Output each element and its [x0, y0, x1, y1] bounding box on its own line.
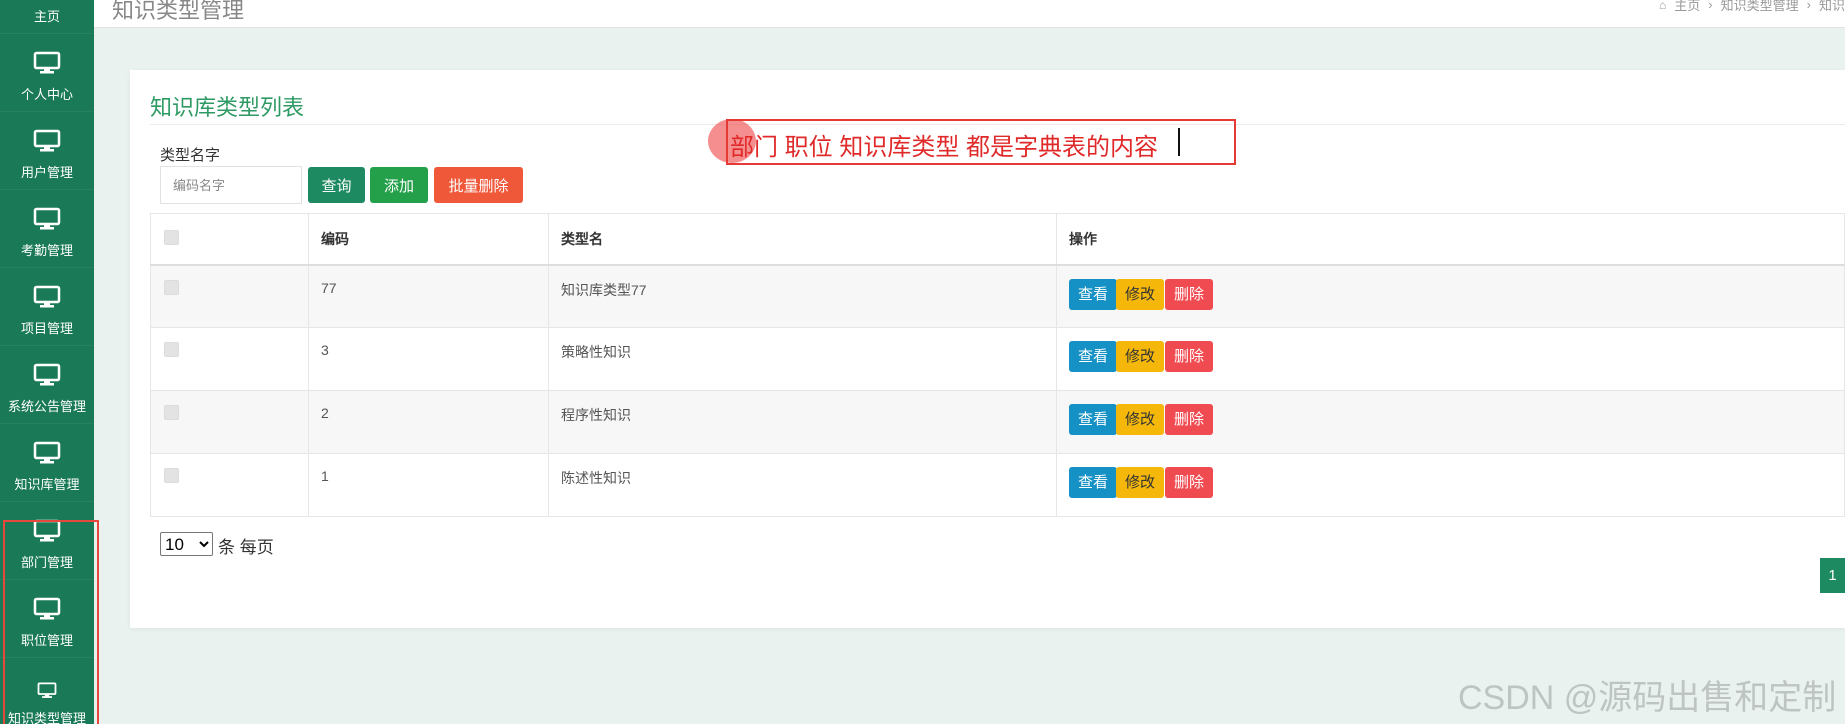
sidebar-item-label: 知识类型管理 — [7, 711, 86, 724]
data-table: 编码 类型名 操作 77 知识库类型77 查看 修改 删除 3 策略性知识 查看 修改… — [150, 213, 1845, 517]
row-checkbox[interactable] — [164, 405, 179, 420]
row-checkbox[interactable] — [164, 342, 179, 357]
monitor-icon — [33, 363, 61, 386]
row-check-cell — [150, 264, 309, 328]
breadcrumb: ⌂ 主页 › 知识类型管理 › 知识 — [1659, 0, 1845, 14]
view-button[interactable]: 查看 — [1069, 404, 1118, 435]
search-input[interactable] — [160, 166, 302, 204]
sidebar-item-profile[interactable]: 个人中心 — [0, 34, 94, 112]
monitor-icon — [33, 441, 61, 464]
breadcrumb-item[interactable]: 主页 — [1674, 0, 1700, 14]
annotation-text: 部门 职位 知识库类型 都是字典表的内容 — [730, 134, 1159, 161]
table-row: 77 知识库类型77 查看 修改 删除 — [150, 264, 1845, 328]
column-header-ops: 操作 — [1056, 213, 1845, 266]
sidebar-item-label: 知识库管理 — [14, 477, 80, 492]
sidebar-item-projects[interactable]: 项目管理 — [0, 268, 94, 346]
row-check-cell — [150, 390, 309, 454]
monitor-icon — [33, 129, 61, 152]
search-label: 类型名字 — [160, 147, 221, 164]
sidebar-item-announcements[interactable]: 系统公告管理 — [0, 346, 94, 424]
view-button[interactable]: 查看 — [1069, 341, 1118, 372]
sidebar-item-knowledge-types[interactable]: 知识类型管理 — [0, 658, 94, 724]
row-checkbox[interactable] — [164, 468, 179, 483]
sidebar-item-label: 项目管理 — [20, 321, 73, 336]
edit-button[interactable]: 修改 — [1116, 404, 1165, 435]
cell-actions: 查看 修改 删除 — [1056, 453, 1845, 517]
select-all-cell — [150, 213, 309, 266]
table-header-row: 编码 类型名 操作 — [150, 213, 1845, 266]
top-header: 知识类型管理 ⌂ 主页 › 知识类型管理 › 知识 — [94, 0, 1845, 28]
divider — [150, 124, 1845, 125]
cell-name: 陈述性知识 — [548, 453, 1057, 517]
table-row: 1 陈述性知识 查看 修改 删除 — [150, 453, 1845, 517]
breadcrumb-item[interactable]: 知识类型管理 — [1721, 0, 1799, 14]
chevron-right-icon: › — [1708, 0, 1713, 12]
page-size-select[interactable]: 10 — [160, 532, 213, 556]
edit-button[interactable]: 修改 — [1116, 341, 1165, 372]
text-caret — [1178, 128, 1180, 156]
page-size-suffix: 条 每页 — [218, 538, 274, 557]
batch-delete-button[interactable]: 批量删除 — [434, 167, 523, 203]
table-row: 2 程序性知识 查看 修改 删除 — [150, 390, 1845, 454]
sidebar-item-label: 主页 — [33, 9, 60, 24]
monitor-icon — [33, 207, 61, 230]
sidebar-item-label: 职位管理 — [20, 633, 73, 648]
watermark: CSDN @源码出售和定制 — [1458, 679, 1837, 717]
column-header-id: 编码 — [308, 213, 549, 266]
sidebar-item-home[interactable]: 主页 — [0, 0, 94, 34]
cell-id: 77 — [308, 264, 549, 328]
delete-button[interactable]: 删除 — [1165, 341, 1214, 372]
sidebar-item-departments[interactable]: 部门管理 — [0, 502, 94, 580]
cell-id: 2 — [308, 390, 549, 454]
query-button[interactable]: 查询 — [308, 167, 365, 203]
delete-button[interactable]: 删除 — [1165, 404, 1214, 435]
cell-actions: 查看 修改 删除 — [1056, 327, 1845, 391]
cell-actions: 查看 修改 删除 — [1056, 264, 1845, 328]
sidebar-item-label: 考勤管理 — [20, 243, 73, 258]
cell-actions: 查看 修改 删除 — [1056, 390, 1845, 454]
sidebar-item-label: 个人中心 — [20, 87, 73, 102]
sidebar-item-label: 系统公告管理 — [7, 399, 86, 414]
row-check-cell — [150, 327, 309, 391]
monitor-icon — [33, 519, 61, 542]
monitor-icon — [37, 682, 57, 698]
page-title: 知识类型管理 — [112, 0, 245, 23]
delete-button[interactable]: 删除 — [1165, 467, 1214, 498]
sidebar-item-users[interactable]: 用户管理 — [0, 112, 94, 190]
row-checkbox[interactable] — [164, 279, 179, 295]
panel-title: 知识库类型列表 — [150, 95, 305, 120]
monitor-icon — [33, 597, 61, 620]
delete-button[interactable]: 删除 — [1165, 278, 1214, 310]
edit-button[interactable]: 修改 — [1116, 467, 1165, 498]
view-button[interactable]: 查看 — [1069, 278, 1118, 310]
edit-button[interactable]: 修改 — [1116, 278, 1165, 310]
cell-id: 3 — [308, 327, 549, 391]
monitor-icon — [33, 51, 61, 74]
sidebar: 主页 个人中心 用户管理 考勤管理 项目管理 系统公告管理 知识库管理 部门管理… — [0, 0, 94, 724]
sidebar-item-positions[interactable]: 职位管理 — [0, 580, 94, 658]
pagination-page-button[interactable]: 1 — [1820, 558, 1845, 593]
select-all-checkbox[interactable] — [164, 229, 179, 245]
breadcrumb-item[interactable]: 知识 — [1819, 0, 1845, 14]
sidebar-item-label: 部门管理 — [20, 555, 73, 570]
view-button[interactable]: 查看 — [1069, 467, 1118, 498]
sidebar-item-attendance[interactable]: 考勤管理 — [0, 190, 94, 268]
cell-name: 知识库类型77 — [548, 264, 1057, 328]
cell-name: 策略性知识 — [548, 327, 1057, 391]
sidebar-item-knowledge-base[interactable]: 知识库管理 — [0, 424, 94, 502]
monitor-icon — [33, 285, 61, 308]
sidebar-item-label: 用户管理 — [20, 165, 73, 180]
cell-name: 程序性知识 — [548, 390, 1057, 454]
row-check-cell — [150, 453, 309, 517]
chevron-right-icon: › — [1806, 0, 1811, 12]
add-button[interactable]: 添加 — [370, 167, 428, 203]
column-header-name: 类型名 — [548, 213, 1057, 266]
table-row: 3 策略性知识 查看 修改 删除 — [150, 327, 1845, 391]
cell-id: 1 — [308, 453, 549, 517]
home-icon: ⌂ — [1659, 0, 1667, 12]
